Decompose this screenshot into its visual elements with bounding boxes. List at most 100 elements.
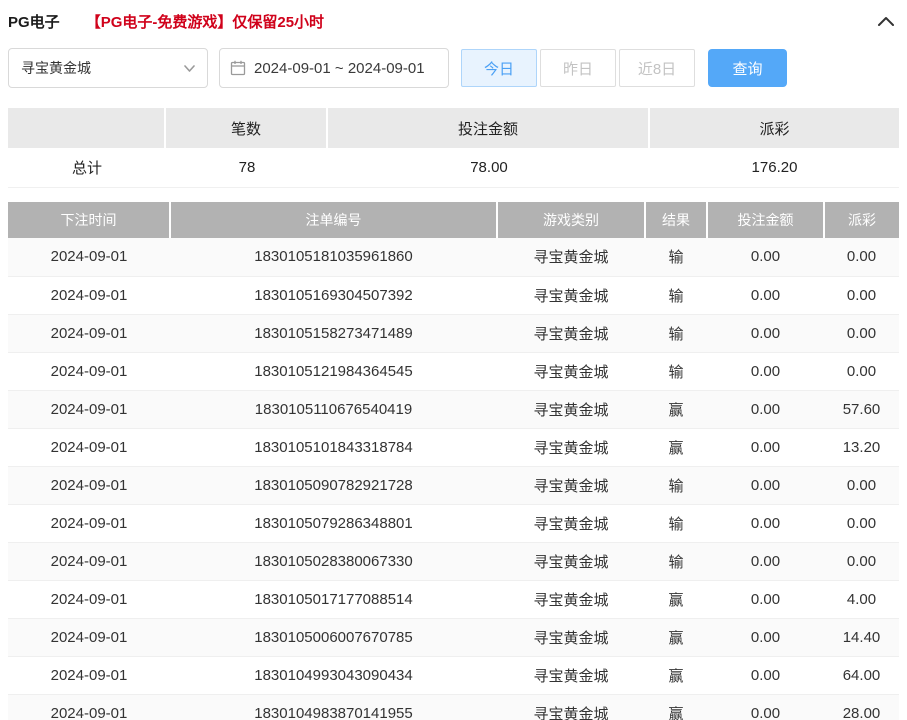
cell-bet-amount: 0.00 bbox=[707, 390, 824, 428]
cell-order-id: 1830105006007670785 bbox=[170, 618, 497, 656]
table-row: 2024-09-01 1830105121984364545 寻宝黄金城 输 0… bbox=[8, 352, 899, 390]
cell-game-type: 寻宝黄金城 bbox=[497, 276, 645, 314]
cell-order-id: 1830105169304507392 bbox=[170, 276, 497, 314]
col-header-result: 结果 bbox=[645, 202, 707, 238]
col-header-payout: 派彩 bbox=[824, 202, 899, 238]
cell-result: 输 bbox=[645, 238, 707, 276]
cell-result: 输 bbox=[645, 466, 707, 504]
summary-total-payout: 176.20 bbox=[650, 148, 899, 188]
summary-header-blank bbox=[8, 108, 166, 148]
table-row: 2024-09-01 1830105028380067330 寻宝黄金城 输 0… bbox=[8, 542, 899, 580]
cell-bet-time: 2024-09-01 bbox=[8, 314, 170, 352]
cell-bet-amount: 0.00 bbox=[707, 656, 824, 694]
summary-total-row: 总计 78 78.00 176.20 bbox=[8, 148, 899, 188]
cell-game-type: 寻宝黄金城 bbox=[497, 314, 645, 352]
collapse-chevron-up-icon[interactable] bbox=[873, 12, 899, 31]
cell-payout: 13.20 bbox=[824, 428, 899, 466]
cell-bet-amount: 0.00 bbox=[707, 504, 824, 542]
cell-bet-amount: 0.00 bbox=[707, 238, 824, 276]
summary-total-label: 总计 bbox=[8, 148, 166, 188]
cell-bet-amount: 0.00 bbox=[707, 466, 824, 504]
cell-bet-amount: 0.00 bbox=[707, 542, 824, 580]
calendar-icon bbox=[230, 60, 246, 76]
game-select[interactable]: 寻宝黄金城 bbox=[8, 48, 208, 88]
cell-payout: 0.00 bbox=[824, 542, 899, 580]
cell-game-type: 寻宝黄金城 bbox=[497, 238, 645, 276]
cell-game-type: 寻宝黄金城 bbox=[497, 504, 645, 542]
table-row: 2024-09-01 1830104983870141955 寻宝黄金城 赢 0… bbox=[8, 694, 899, 720]
table-row: 2024-09-01 1830104993043090434 寻宝黄金城 赢 0… bbox=[8, 656, 899, 694]
cell-game-type: 寻宝黄金城 bbox=[497, 618, 645, 656]
date-range-value: 2024-09-01 ~ 2024-09-01 bbox=[254, 60, 425, 77]
cell-bet-time: 2024-09-01 bbox=[8, 466, 170, 504]
cell-game-type: 寻宝黄金城 bbox=[497, 656, 645, 694]
cell-bet-time: 2024-09-01 bbox=[8, 656, 170, 694]
cell-order-id: 1830105121984364545 bbox=[170, 352, 497, 390]
cell-game-type: 寻宝黄金城 bbox=[497, 580, 645, 618]
table-row: 2024-09-01 1830105090782921728 寻宝黄金城 输 0… bbox=[8, 466, 899, 504]
cell-bet-amount: 0.00 bbox=[707, 618, 824, 656]
col-header-bet-time: 下注时间 bbox=[8, 202, 170, 238]
cell-order-id: 1830105101843318784 bbox=[170, 428, 497, 466]
cell-bet-time: 2024-09-01 bbox=[8, 694, 170, 720]
summary-header-payout: 派彩 bbox=[650, 108, 899, 148]
cell-order-id: 1830105079286348801 bbox=[170, 504, 497, 542]
date-range-picker[interactable]: 2024-09-01 ~ 2024-09-01 bbox=[219, 48, 449, 88]
cell-game-type: 寻宝黄金城 bbox=[497, 694, 645, 720]
cell-bet-time: 2024-09-01 bbox=[8, 428, 170, 466]
summary-total-bet-amount: 78.00 bbox=[328, 148, 650, 188]
cell-game-type: 寻宝黄金城 bbox=[497, 466, 645, 504]
cell-payout: 0.00 bbox=[824, 466, 899, 504]
cell-result: 输 bbox=[645, 504, 707, 542]
col-header-game-type: 游戏类别 bbox=[497, 202, 645, 238]
cell-order-id: 1830105181035961860 bbox=[170, 238, 497, 276]
cell-bet-amount: 0.00 bbox=[707, 314, 824, 352]
cell-bet-time: 2024-09-01 bbox=[8, 238, 170, 276]
cell-payout: 0.00 bbox=[824, 352, 899, 390]
records-header-row: 下注时间 注单编号 游戏类别 结果 投注金额 派彩 bbox=[8, 202, 899, 238]
summary-header-row: 笔数 投注金额 派彩 bbox=[8, 108, 899, 148]
cell-bet-time: 2024-09-01 bbox=[8, 390, 170, 428]
cell-bet-amount: 0.00 bbox=[707, 580, 824, 618]
table-row: 2024-09-01 1830105006007670785 寻宝黄金城 赢 0… bbox=[8, 618, 899, 656]
cell-order-id: 1830105158273471489 bbox=[170, 314, 497, 352]
game-select-value: 寻宝黄金城 bbox=[21, 58, 91, 78]
table-row: 2024-09-01 1830105017177088514 寻宝黄金城 赢 0… bbox=[8, 580, 899, 618]
summary-table: 笔数 投注金额 派彩 总计 78 78.00 176.20 bbox=[8, 108, 899, 188]
table-row: 2024-09-01 1830105101843318784 寻宝黄金城 赢 0… bbox=[8, 428, 899, 466]
filter-bar: 寻宝黄金城 2024-09-01 ~ 2024-09-01 今日 bbox=[8, 48, 899, 88]
summary-header-bet-amount: 投注金额 bbox=[328, 108, 650, 148]
cell-result: 赢 bbox=[645, 618, 707, 656]
cell-bet-time: 2024-09-01 bbox=[8, 618, 170, 656]
cell-bet-time: 2024-09-01 bbox=[8, 352, 170, 390]
cell-game-type: 寻宝黄金城 bbox=[497, 428, 645, 466]
records-table: 下注时间 注单编号 游戏类别 结果 投注金额 派彩 2024-09-01 183… bbox=[8, 202, 899, 720]
cell-payout: 4.00 bbox=[824, 580, 899, 618]
cell-bet-time: 2024-09-01 bbox=[8, 580, 170, 618]
cell-result: 赢 bbox=[645, 580, 707, 618]
table-row: 2024-09-01 1830105169304507392 寻宝黄金城 输 0… bbox=[8, 276, 899, 314]
records-body: 2024-09-01 1830105181035961860 寻宝黄金城 输 0… bbox=[8, 238, 899, 720]
cell-order-id: 1830105028380067330 bbox=[170, 542, 497, 580]
provider-title: PG电子 bbox=[8, 11, 60, 32]
cell-bet-amount: 0.00 bbox=[707, 276, 824, 314]
cell-result: 输 bbox=[645, 276, 707, 314]
cell-result: 赢 bbox=[645, 428, 707, 466]
cell-result: 输 bbox=[645, 314, 707, 352]
cell-payout: 28.00 bbox=[824, 694, 899, 720]
betting-records-panel: PG电子 【PG电子-免费游戏】仅保留25小时 寻宝黄金城 bbox=[0, 0, 907, 720]
cell-order-id: 1830104983870141955 bbox=[170, 694, 497, 720]
quick-range-button[interactable]: 昨日 bbox=[540, 49, 616, 87]
cell-bet-amount: 0.00 bbox=[707, 428, 824, 466]
search-button[interactable]: 查询 bbox=[708, 49, 787, 87]
cell-game-type: 寻宝黄金城 bbox=[497, 390, 645, 428]
cell-result: 赢 bbox=[645, 390, 707, 428]
cell-payout: 14.40 bbox=[824, 618, 899, 656]
col-header-bet-amount: 投注金额 bbox=[707, 202, 824, 238]
cell-game-type: 寻宝黄金城 bbox=[497, 542, 645, 580]
cell-payout: 0.00 bbox=[824, 238, 899, 276]
quick-range-button[interactable]: 近8日 bbox=[619, 49, 695, 87]
cell-game-type: 寻宝黄金城 bbox=[497, 352, 645, 390]
quick-range-button[interactable]: 今日 bbox=[461, 49, 537, 87]
panel-header: PG电子 【PG电子-免费游戏】仅保留25小时 bbox=[8, 0, 899, 42]
